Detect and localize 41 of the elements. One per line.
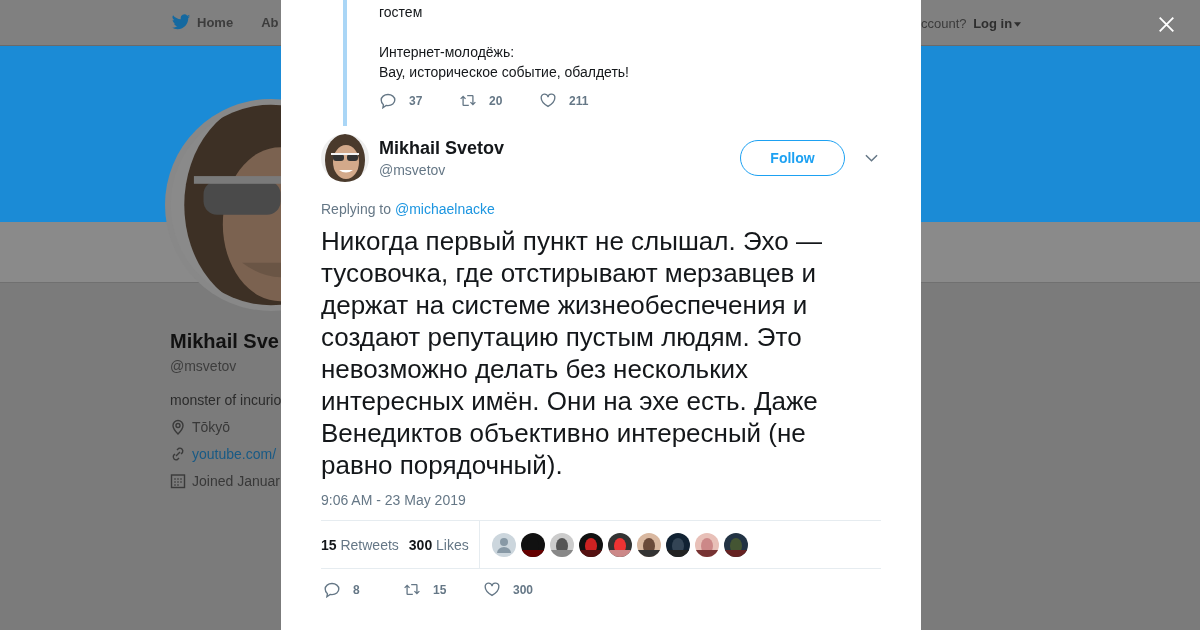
action-count: 20 [489,93,503,108]
follow-button[interactable]: Follow [740,140,845,176]
profile-name: Mikhail Sve [170,330,280,353]
reply-icon[interactable] [323,581,341,598]
nav-link[interactable]: Home [197,15,234,30]
caret-icon[interactable] [1014,22,1022,28]
tweet-text-line: Вау, историческое событие, обалдеть! [379,63,630,82]
stat-count[interactable]: 300 Likes [408,536,469,553]
link-icon [170,446,186,462]
action-count: 211 [569,93,589,108]
heart-icon[interactable] [483,581,501,598]
close-icon[interactable] [1158,16,1175,33]
location-icon [170,419,186,435]
reply-icon[interactable] [379,92,397,109]
profile-joined: Joined Januar [192,473,280,489]
mention-link[interactable]: @michaelnacke [394,201,495,217]
stat-count[interactable]: 15 Retweets [321,536,399,553]
nav-link[interactable]: Ab [261,15,279,30]
tweet-text: Никогда первый пункт не слышал. Эхо — тусовочка, где отстирывают мерзавцев и держат на системе жизнеобеспечения и создают репутацию пустым людям. Это невозможно делать без нескольких интересных имён. Они на эхе есть. Даже Венедиктов объективно интересный (не равно порядочный). [321,225,823,481]
heart-icon[interactable] [539,92,557,109]
author-name[interactable]: Mikhail Svetov [379,138,740,159]
retweet-icon[interactable] [403,581,421,598]
author-handle[interactable]: @msvetov [379,162,740,178]
profile-link[interactable]: youtube.com/ [192,446,277,462]
tweet-text-line: Интернет-молодёжь: [379,43,516,62]
chevron-down-icon[interactable] [865,154,878,162]
calendar-icon [170,473,186,489]
action-count: 15 [433,582,447,597]
tweet-text-line: гостем [379,3,424,22]
login-link[interactable]: Log in [973,16,1013,31]
profile-handle: @msvetov [170,358,238,374]
action-count: 8 [353,582,360,597]
replying-label: Replying to [321,201,392,217]
action-count: 300 [513,582,534,597]
profile-location: Tōkyō [192,419,231,435]
profile-bio: monster of incurio [170,392,281,408]
bird-icon [171,14,191,31]
tweet-timestamp: 9:06 AM - 23 May 2019 [321,492,467,508]
retweet-icon[interactable] [459,92,477,109]
login-prompt: ccount? [921,16,967,31]
action-count: 37 [409,93,423,108]
